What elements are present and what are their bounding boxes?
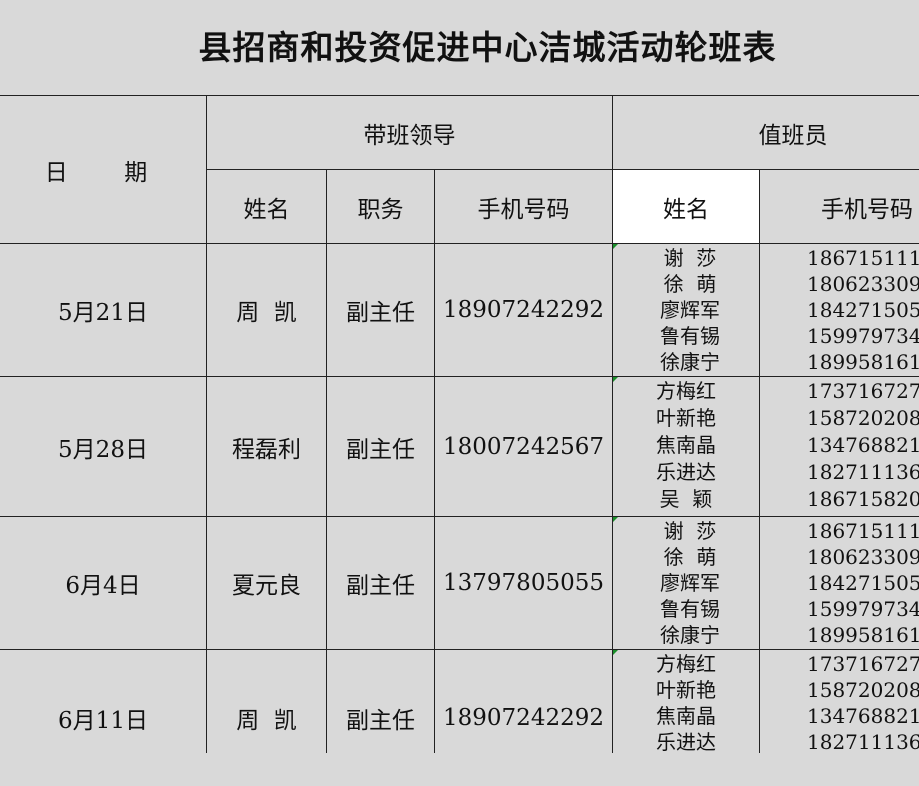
staff-name: 焦南晶 xyxy=(656,433,716,457)
staff-name: 乐进达 xyxy=(656,730,716,754)
leader-position: 副主任 xyxy=(346,436,415,463)
staff-phone: 17371672730 xyxy=(807,652,919,676)
cell-marker-icon xyxy=(613,650,618,655)
cell-marker-icon xyxy=(613,377,618,382)
staff-phones: 17371672730 15872020823 13476882188 1827… xyxy=(807,378,919,512)
staff-name: 叶新艳 xyxy=(656,406,716,430)
staff-name: 徐 萌 xyxy=(663,272,717,296)
header-leader-position: 职务 xyxy=(357,196,404,223)
col-divider-staff-name xyxy=(759,169,760,753)
leader-name: 周 凯 xyxy=(236,300,297,326)
leader-phone: 18907242292 xyxy=(443,297,604,323)
staff-name: 徐康宁 xyxy=(660,350,720,374)
staff-name: 谢 莎 xyxy=(663,519,717,543)
staff-name: 徐康宁 xyxy=(660,623,720,647)
staff-phone: 18271113660 xyxy=(807,460,919,484)
header-leader-group: 带班领导 xyxy=(363,122,456,149)
staff-names: 谢 莎 徐 萌 廖辉军 鲁有锡 徐康宁 xyxy=(640,245,740,375)
staff-phone: 17371672730 xyxy=(807,379,919,403)
leader-name: 夏元良 xyxy=(232,573,301,599)
header-staff-phone: 手机号码 xyxy=(821,196,913,223)
staff-phone: 18062330944 xyxy=(807,272,919,296)
staff-phone: 15997973401 xyxy=(807,597,919,621)
staff-phone: 18427150510 xyxy=(807,298,919,322)
staff-name: 廖辉军 xyxy=(660,298,720,322)
leader-position: 副主任 xyxy=(346,300,415,326)
staff-name: 焦南晶 xyxy=(656,704,716,728)
staff-name: 廖辉军 xyxy=(660,571,720,595)
leader-phone: 18007242567 xyxy=(443,433,604,460)
row-date: 5月21日 xyxy=(58,300,148,326)
header-leader-name: 姓名 xyxy=(243,196,290,223)
staff-name: 鲁有锡 xyxy=(660,324,720,348)
staff-name: 方梅红 xyxy=(656,652,716,676)
leader-phone: 18907242292 xyxy=(443,705,604,731)
staff-phone: 13476882188 xyxy=(807,704,919,728)
leader-position: 副主任 xyxy=(346,708,415,734)
staff-phone: 18671511132 xyxy=(807,246,919,270)
leader-phone: 13797805055 xyxy=(443,570,604,596)
staff-names: 方梅红 叶新艳 焦南晶 乐进达 吴 颖 xyxy=(636,378,736,512)
staff-phone: 18671511132 xyxy=(807,519,919,543)
staff-phone: 18427150510 xyxy=(807,571,919,595)
staff-phone: 18995816187 xyxy=(807,623,919,647)
staff-name: 乐进达 xyxy=(656,460,716,484)
header-date: 日 期 xyxy=(44,159,162,186)
leader-name: 周 凯 xyxy=(236,708,297,734)
staff-name: 方梅红 xyxy=(656,379,716,403)
staff-phone: 15872020823 xyxy=(807,406,919,430)
staff-phones: 17371672730 15872020823 13476882188 1827… xyxy=(807,651,919,755)
staff-phone: 18671582034 xyxy=(807,487,919,511)
staff-name: 吴 颖 xyxy=(659,487,713,511)
leader-position: 副主任 xyxy=(346,573,415,599)
page-title: 县招商和投资促进中心洁城活动轮班表 xyxy=(198,28,777,67)
staff-phone: 13476882188 xyxy=(807,433,919,457)
cell-marker-icon xyxy=(613,517,618,522)
header-staff-group: 值班员 xyxy=(758,122,828,149)
cell-marker-icon xyxy=(613,244,618,249)
staff-name: 谢 莎 xyxy=(663,246,717,270)
staff-phones: 18671511132 18062330944 18427150510 1599… xyxy=(807,245,919,375)
row-date: 6月11日 xyxy=(58,708,148,734)
row-date: 5月28日 xyxy=(58,436,148,463)
leader-name: 程磊利 xyxy=(232,436,301,463)
header-staff-name[interactable]: 姓名 xyxy=(613,170,759,243)
staff-name: 徐 萌 xyxy=(663,545,717,569)
staff-phone: 18995816187 xyxy=(807,350,919,374)
staff-phone: 18271113660 xyxy=(807,730,919,754)
staff-names: 方梅红 叶新艳 焦南晶 乐进达 xyxy=(636,651,736,755)
header-leader-phone: 手机号码 xyxy=(477,196,570,223)
staff-name: 叶新艳 xyxy=(656,678,716,702)
staff-phones: 18671511132 18062330944 18427150510 1599… xyxy=(807,518,919,648)
staff-phone: 15997973401 xyxy=(807,324,919,348)
staff-phone: 15872020823 xyxy=(807,678,919,702)
row-date: 6月4日 xyxy=(65,573,141,599)
staff-names: 谢 莎 徐 萌 廖辉军 鲁有锡 徐康宁 xyxy=(640,518,740,648)
staff-phone: 18062330944 xyxy=(807,545,919,569)
staff-name: 鲁有锡 xyxy=(660,597,720,621)
